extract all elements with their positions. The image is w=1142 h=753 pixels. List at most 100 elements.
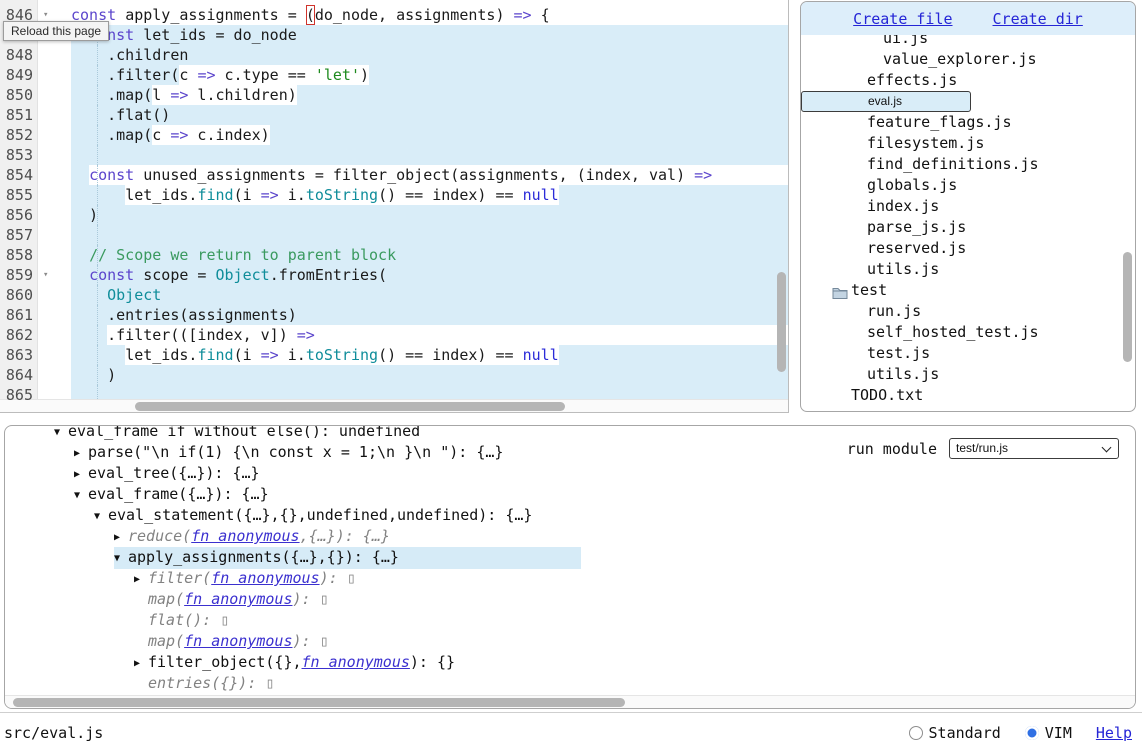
indent-guide xyxy=(97,285,98,305)
code-line[interactable]: 856 ) xyxy=(0,205,788,225)
editor-vertical-scrollbar-thumb[interactable] xyxy=(777,272,786,372)
expand-arrow-icon[interactable]: ▼ xyxy=(114,548,128,569)
vim-mode-option[interactable]: VIM xyxy=(1025,724,1072,742)
file-item[interactable]: parse_js.js xyxy=(801,217,1135,238)
code-line[interactable]: 849 .filter(c => c.type == 'let') xyxy=(0,65,788,85)
call-tree-horizontal-scrollbar[interactable] xyxy=(5,695,1135,708)
call-tree-row[interactable]: map(fn anonymous): ▯ xyxy=(5,631,1135,652)
code-line[interactable]: 848 .children xyxy=(0,45,788,65)
call-tree-row[interactable]: ▼eval_statement({…},{},undefined,undefin… xyxy=(5,505,1135,526)
call-tree-row[interactable]: flat(): ▯ xyxy=(5,610,1135,631)
call-tree-row[interactable]: ▶reduce(fn anonymous,{…}): {…} xyxy=(5,526,1135,547)
code-line[interactable]: 853 xyxy=(0,145,788,165)
fn-anonymous-link[interactable]: fn anonymous xyxy=(184,590,292,608)
fold-arrow-icon[interactable]: ▾ xyxy=(38,265,71,285)
call-tree-row[interactable]: ▶eval_tree({…}): {…} xyxy=(5,463,1135,484)
expand-arrow-icon[interactable]: ▼ xyxy=(94,506,108,527)
call-tree-horizontal-scrollbar-thumb[interactable] xyxy=(13,698,625,707)
expand-arrow-icon[interactable]: ▼ xyxy=(54,426,68,443)
file-item[interactable]: globals.js xyxy=(801,175,1135,196)
code-line[interactable]: 851 .flat() xyxy=(0,105,788,125)
fn-anonymous-link[interactable]: fn anonymous xyxy=(184,632,292,650)
code-line[interactable]: 847 const let_ids = do_node xyxy=(0,25,788,45)
expand-arrow-icon[interactable]: ▶ xyxy=(134,653,148,674)
file-item[interactable]: eval.js xyxy=(801,91,971,112)
chevron-down-icon xyxy=(1102,443,1112,453)
file-item[interactable]: self_hosted_test.js xyxy=(801,322,1135,343)
standard-mode-option[interactable]: Standard xyxy=(909,724,1001,742)
code-text: .entries(assignments) xyxy=(71,305,788,325)
indent-guide xyxy=(97,265,98,285)
current-file-path: src/eval.js xyxy=(4,724,103,742)
editor-horizontal-scrollbar[interactable] xyxy=(0,399,788,412)
code-line[interactable]: 864 ) xyxy=(0,365,788,385)
expand-arrow-icon[interactable]: ▶ xyxy=(114,527,128,548)
expand-arrow-icon[interactable]: ▶ xyxy=(74,443,88,464)
code-line[interactable]: 860 Object xyxy=(0,285,788,305)
code-line[interactable]: 857 xyxy=(0,225,788,245)
call-text: filter_object({}, xyxy=(148,653,302,671)
line-number: 849 xyxy=(0,65,38,85)
code-line[interactable]: 846▾const apply_assignments = (do_node, … xyxy=(0,5,788,25)
expand-arrow-icon[interactable]: ▶ xyxy=(134,569,148,590)
indent-guide xyxy=(97,345,98,365)
code-line[interactable]: 861 .entries(assignments) xyxy=(0,305,788,325)
empty-array-glyph: ▯ xyxy=(347,569,356,587)
indent-guide xyxy=(97,145,98,165)
line-number: 858 xyxy=(0,245,38,265)
expand-arrow-icon[interactable]: ▶ xyxy=(74,464,88,485)
standard-label: Standard xyxy=(929,724,1001,742)
file-item[interactable]: TODO.txt xyxy=(801,385,1135,406)
file-item[interactable]: value_explorer.js xyxy=(801,49,1135,70)
call-text: reduce( xyxy=(128,527,191,545)
code-line[interactable]: 855 let_ids.find(i => i.toString() == in… xyxy=(0,185,788,205)
fn-anonymous-link[interactable]: fn anonymous xyxy=(302,653,410,671)
file-name: feature_flags.js xyxy=(867,113,1012,131)
indent-guide xyxy=(97,105,98,125)
file-item[interactable]: utils.js xyxy=(801,364,1135,385)
code-line[interactable]: 862 .filter(([index, v]) => xyxy=(0,325,788,345)
line-number: 848 xyxy=(0,45,38,65)
file-name: effects.js xyxy=(867,71,957,89)
file-item[interactable]: reserved.js xyxy=(801,238,1135,259)
call-tree-row[interactable]: ▼eval_frame({…}): {…} xyxy=(5,484,1135,505)
code-editor[interactable]: 846▾const apply_assignments = (do_node, … xyxy=(0,0,789,413)
call-tree-row[interactable]: ▶filter_object({},fn anonymous): {} xyxy=(5,652,1135,673)
file-tree: ui.jsvalue_explorer.jseffects.jseval.jsf… xyxy=(801,28,1135,406)
create-dir-link[interactable]: Create dir xyxy=(993,10,1083,28)
indent-guide xyxy=(97,245,98,265)
code-line[interactable]: 854 const unused_assignments = filter_ob… xyxy=(0,165,788,185)
file-item[interactable]: utils.js xyxy=(801,259,1135,280)
help-link[interactable]: Help xyxy=(1096,724,1132,742)
folder-item[interactable]: test xyxy=(801,280,1135,301)
fold-gutter xyxy=(38,225,71,245)
fn-anonymous-link[interactable]: fn anonymous xyxy=(211,569,319,587)
fn-anonymous-link[interactable]: fn anonymous xyxy=(191,527,299,545)
editor-horizontal-scrollbar-thumb[interactable] xyxy=(135,402,565,411)
create-file-link[interactable]: Create file xyxy=(853,10,952,28)
code-line[interactable]: 863 let_ids.find(i => i.toString() == in… xyxy=(0,345,788,365)
standard-radio[interactable] xyxy=(909,726,923,740)
code-lines: 846▾const apply_assignments = (do_node, … xyxy=(0,5,788,405)
file-item[interactable]: run.js xyxy=(801,301,1135,322)
code-text: const unused_assignments = filter_object… xyxy=(71,165,788,185)
call-tree-row[interactable]: ▶filter(fn anonymous): ▯ xyxy=(5,568,1135,589)
code-line[interactable]: 859▾ const scope = Object.fromEntries( xyxy=(0,265,788,285)
file-item[interactable]: index.js xyxy=(801,196,1135,217)
vim-radio[interactable] xyxy=(1025,726,1039,740)
call-tree-row[interactable]: map(fn anonymous): ▯ xyxy=(5,589,1135,610)
expand-arrow-icon[interactable]: ▼ xyxy=(74,485,88,506)
file-item[interactable]: filesystem.js xyxy=(801,133,1135,154)
file-item[interactable]: find_definitions.js xyxy=(801,154,1135,175)
file-item[interactable]: feature_flags.js xyxy=(801,112,1135,133)
code-line[interactable]: 852 .map(c => c.index) xyxy=(0,125,788,145)
file-item[interactable]: effects.js xyxy=(801,70,1135,91)
call-tree-row[interactable]: ▼apply_assignments({…},{}): {…} xyxy=(5,547,1135,568)
call-tree-row[interactable]: entries({}): ▯ xyxy=(5,673,1135,694)
line-number: 860 xyxy=(0,285,38,305)
code-line[interactable]: 850 .map(l => l.children) xyxy=(0,85,788,105)
run-module-select[interactable]: test/run.js xyxy=(949,438,1119,459)
code-line[interactable]: 858 // Scope we return to parent block xyxy=(0,245,788,265)
file-item[interactable]: test.js xyxy=(801,343,1135,364)
code-text: .map(l => l.children) xyxy=(71,85,788,105)
